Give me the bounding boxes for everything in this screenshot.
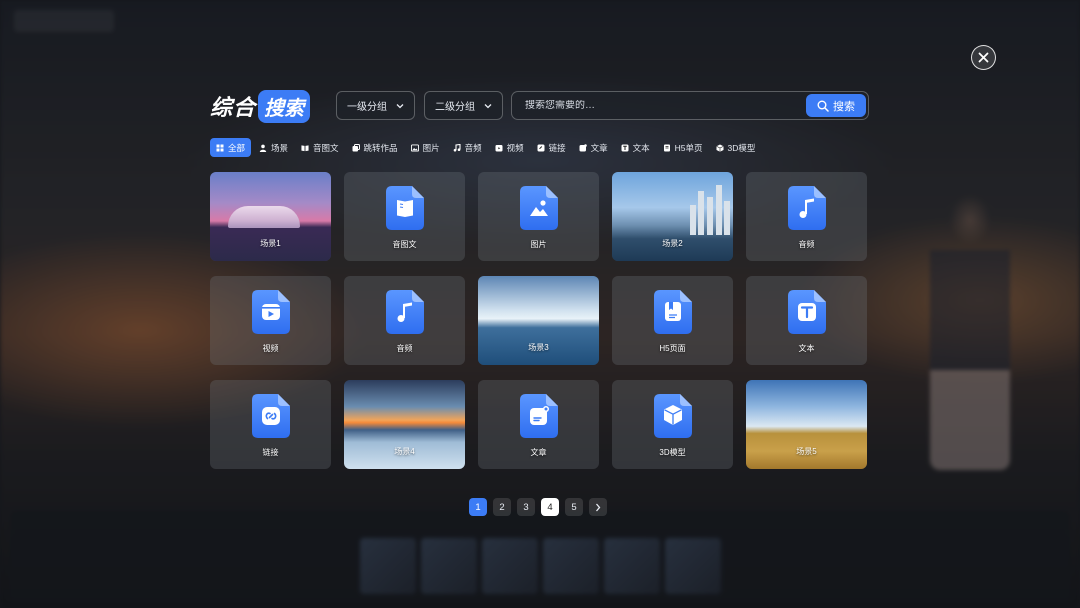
page-button[interactable]: 5 <box>565 498 583 516</box>
tab-label: 跳转作品 <box>363 142 398 153</box>
tab-label: 全部 <box>228 142 246 153</box>
page-button[interactable]: 4 <box>541 498 559 516</box>
close-icon <box>978 52 989 63</box>
tab-label: 音频 <box>464 142 482 153</box>
tab-person[interactable]: 场景 <box>254 138 293 157</box>
result-card[interactable]: 文章 <box>478 380 599 469</box>
results-grid: 场景1 音图文 图片 场景2 音频 视频 音频 场景3 H5页面 文本 链接 场景4 文章 3D模型 场景5 <box>210 172 867 469</box>
card-label: 场景1 <box>260 239 281 248</box>
tab-music[interactable]: 音频 <box>448 138 487 157</box>
video-icon <box>495 144 503 152</box>
card-label: 场景2 <box>662 239 683 248</box>
level2-group-select[interactable]: 二级分组 <box>424 91 503 120</box>
cube-icon <box>716 144 724 152</box>
card-label: 场景4 <box>394 447 415 456</box>
image-icon <box>410 143 419 152</box>
level2-select-value: 二级分组 <box>435 102 475 113</box>
result-card[interactable]: 音频 <box>746 172 867 261</box>
result-card[interactable]: 音频 <box>344 276 465 365</box>
level1-group-select[interactable]: 一级分组 <box>336 91 415 120</box>
result-card[interactable]: 场景4 <box>344 380 465 469</box>
result-card[interactable]: 音图文 <box>344 172 465 261</box>
tab-label: 图片 <box>422 142 440 153</box>
tab-label: 链接 <box>548 142 566 153</box>
search-icon <box>817 100 829 112</box>
tab-article[interactable]: 文章 <box>574 138 613 157</box>
result-card[interactable]: 场景5 <box>746 380 867 469</box>
next-page-button[interactable] <box>589 498 607 516</box>
tab-cube[interactable]: 3D模型 <box>711 138 761 157</box>
search-button[interactable]: 搜索 <box>806 94 866 117</box>
jump-icon <box>352 143 360 152</box>
thumbnail-tower <box>716 185 722 235</box>
tab-h5[interactable]: H5单页 <box>658 138 708 157</box>
card-label: 图片 <box>530 240 547 249</box>
person-icon <box>259 144 267 152</box>
card-label: 场景3 <box>528 343 549 352</box>
tab-label: 文本 <box>632 142 650 153</box>
result-card[interactable]: 文本 <box>746 276 867 365</box>
logo-text-part1: 综合 <box>210 95 257 120</box>
page-button[interactable]: 1 <box>469 498 487 516</box>
thumbnail-building <box>228 206 300 228</box>
text-icon <box>621 144 629 152</box>
result-card[interactable]: 场景1 <box>210 172 331 261</box>
tab-label: 视频 <box>506 142 524 153</box>
card-label: 视频 <box>262 344 279 353</box>
thumbnail-tower <box>698 191 704 235</box>
card-label: 链接 <box>262 448 279 457</box>
card-label: 音频 <box>396 344 413 353</box>
tab-label: H5单页 <box>674 142 703 153</box>
article-icon <box>579 143 587 152</box>
tab-label: 3D模型 <box>727 142 756 153</box>
tab-label: 场景 <box>271 142 289 153</box>
close-button[interactable] <box>971 45 996 70</box>
card-label: 场景5 <box>796 447 817 456</box>
card-label: 音图文 <box>392 240 417 249</box>
tab-video[interactable]: 视频 <box>490 138 529 157</box>
search-box: 搜索 <box>511 91 869 120</box>
search-input[interactable] <box>512 100 806 111</box>
pagination: 12345 <box>469 498 607 516</box>
tab-grid[interactable]: 全部 <box>210 138 252 157</box>
page-button[interactable]: 3 <box>517 498 535 516</box>
tab-label: 文章 <box>590 142 608 153</box>
tab-book[interactable]: 音图文 <box>296 138 344 157</box>
grid-icon <box>216 144 224 152</box>
result-card[interactable]: 图片 <box>478 172 599 261</box>
tab-link[interactable]: 链接 <box>532 138 571 157</box>
logo-text-part2: 搜索 <box>258 89 311 123</box>
book-icon <box>301 144 309 152</box>
thumbnail-tower <box>707 197 713 235</box>
card-label: 音频 <box>798 240 815 249</box>
result-card[interactable]: 链接 <box>210 380 331 469</box>
card-label: 文章 <box>530 448 547 457</box>
page-button[interactable]: 2 <box>493 498 511 516</box>
link-icon <box>537 144 545 152</box>
result-card[interactable]: 3D模型 <box>612 380 733 469</box>
thumbnail-tower <box>690 205 696 235</box>
result-card[interactable]: 场景3 <box>478 276 599 365</box>
card-label: 3D模型 <box>659 448 686 457</box>
chevron-down-icon <box>396 103 404 108</box>
category-tabs: 全部 场景 音图文 跳转作品 图片 音频 视频 链接 文章 文本 H5单页 3D模型 <box>210 138 763 157</box>
h5-icon <box>663 144 671 152</box>
chevron-down-icon <box>484 103 492 108</box>
search-logo: 综合 搜索 <box>210 89 320 123</box>
tab-text[interactable]: 文本 <box>616 138 655 157</box>
result-card[interactable]: 场景2 <box>612 172 733 261</box>
tab-jump[interactable]: 跳转作品 <box>347 138 403 157</box>
tab-image[interactable]: 图片 <box>406 138 445 157</box>
thumbnail-tower <box>724 201 730 235</box>
card-label: H5页面 <box>659 344 686 353</box>
level1-select-value: 一级分组 <box>347 102 387 113</box>
chevron-right-icon <box>596 503 601 511</box>
card-label: 文本 <box>798 344 815 353</box>
result-card[interactable]: H5页面 <box>612 276 733 365</box>
search-button-label: 搜索 <box>833 100 855 113</box>
tab-label: 音图文 <box>313 142 339 153</box>
music-icon <box>453 143 461 152</box>
result-card[interactable]: 视频 <box>210 276 331 365</box>
